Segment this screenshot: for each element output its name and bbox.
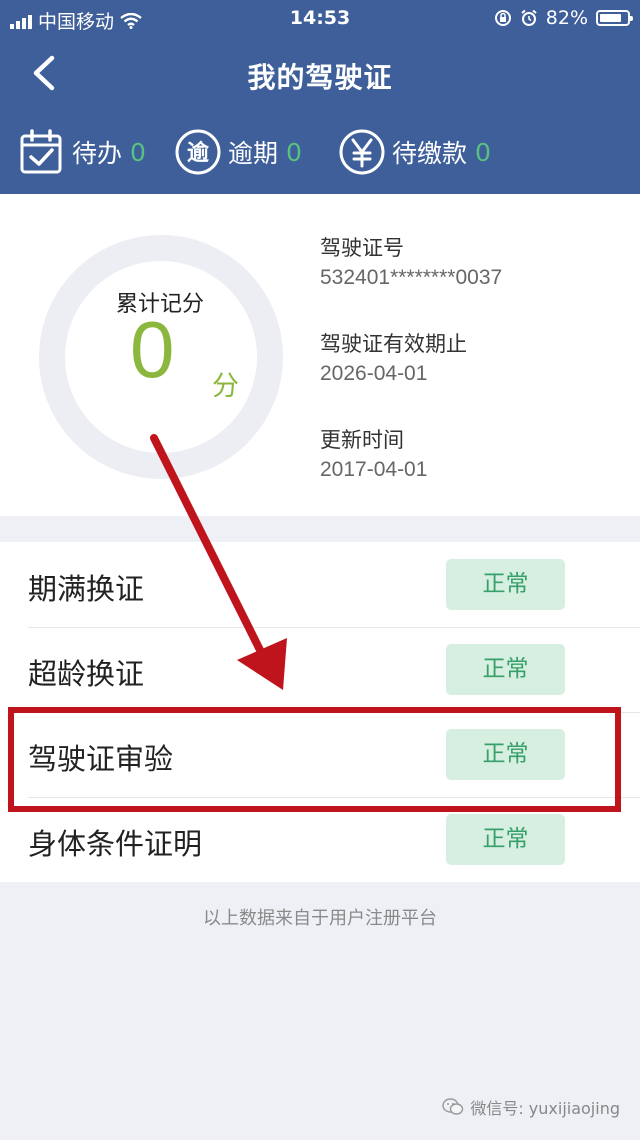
list-item-name: 驾驶证审验 — [28, 742, 174, 776]
tab-todo-count: 0 — [130, 137, 146, 167]
tab-overdue-label: 逾期 — [228, 139, 279, 168]
tab-overdue[interactable]: 逾 逾期 0 — [174, 126, 302, 178]
watermark: 微信号: yuxijiaojing — [442, 1095, 620, 1119]
status-badge: 正常 — [446, 644, 565, 695]
list-item-expiry-renewal[interactable]: 期满换证 正常 — [0, 542, 640, 627]
license-expiry-label: 驾驶证有效期止 — [320, 332, 467, 356]
nav-bar: 我的驾驶证 — [0, 36, 640, 110]
license-summary: 累计记分 0 分 驾驶证号 532401********0037 驾驶证有效期止… — [0, 194, 640, 516]
score-unit: 分 — [212, 371, 239, 402]
calendar-check-icon — [20, 129, 62, 174]
list-item-license-review[interactable]: 驾驶证审验 正常 — [0, 712, 640, 797]
data-source-note: 以上数据来自于用户注册平台 — [203, 908, 437, 929]
tab-todo[interactable]: 待办 0 — [18, 126, 146, 178]
page-title: 我的驾驶证 — [247, 61, 393, 94]
tab-pending-payment[interactable]: 待缴款 0 — [338, 126, 491, 178]
list-item-name: 期满换证 — [28, 572, 145, 606]
svg-text:逾: 逾 — [187, 140, 210, 166]
status-badge: 正常 — [446, 559, 565, 610]
tab-todo-label: 待办 — [72, 139, 123, 168]
status-badge: 正常 — [446, 814, 565, 865]
tab-pending-payment-label: 待缴款 — [392, 139, 468, 168]
list-item-name: 身体条件证明 — [28, 827, 203, 861]
tab-overdue-count: 0 — [286, 137, 302, 167]
status-list: 期满换证 正常 超龄换证 正常 驾驶证审验 正常 身体条件证明 正常 — [0, 542, 640, 882]
list-item-health-certificate[interactable]: 身体条件证明 正常 — [0, 797, 640, 882]
update-time: 2017-04-01 — [320, 458, 428, 481]
license-expiry: 2026-04-01 — [320, 362, 428, 385]
yuan-icon — [339, 129, 385, 175]
tabs-row: 待办 0 逾 逾期 0 待缴款 0 — [0, 120, 640, 184]
battery-icon — [596, 10, 633, 26]
license-number-label: 驾驶证号 — [320, 236, 404, 260]
overdue-icon: 逾 — [175, 129, 221, 175]
alarm-icon — [521, 9, 537, 26]
rotation-lock-icon — [494, 10, 511, 26]
license-number: 532401********0037 — [320, 266, 503, 289]
list-item-name: 超龄换证 — [28, 657, 145, 691]
watermark-text: 微信号: yuxijiaojing — [470, 1099, 620, 1118]
score-value: 0 — [130, 305, 175, 394]
app-header: 中国移动 14:53 82% 我的驾驶证 待办 0 逾 逾期 0 待缴款 0 — [0, 0, 640, 194]
update-time-label: 更新时间 — [320, 428, 404, 452]
list-item-age-renewal[interactable]: 超龄换证 正常 — [0, 627, 640, 712]
status-bar: 中国移动 14:53 82% — [0, 0, 640, 36]
status-right: 82% — [494, 7, 633, 29]
status-badge: 正常 — [446, 729, 565, 780]
battery-percent: 82% — [545, 7, 588, 29]
tab-pending-payment-count: 0 — [475, 137, 491, 167]
wechat-icon — [442, 1098, 464, 1115]
